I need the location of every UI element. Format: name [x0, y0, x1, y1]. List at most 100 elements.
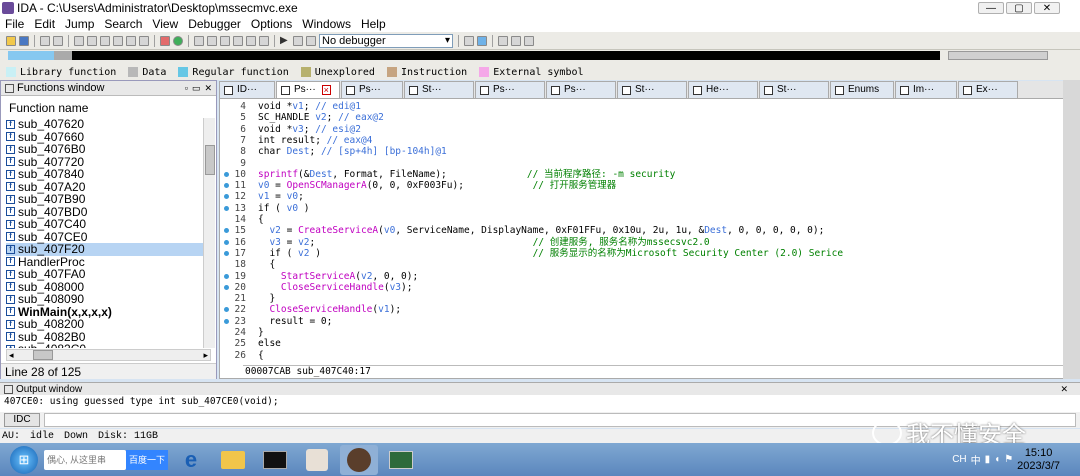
pause-icon[interactable] — [293, 35, 303, 46]
code-line[interactable]: 13 if ( v0 ) — [220, 203, 1060, 214]
code-line[interactable]: 10 sprintf(&Dest, Format, FileName); // 当… — [220, 169, 1060, 180]
code-line[interactable]: 23 result = 0; — [220, 316, 1060, 327]
menu-search[interactable]: Search — [99, 17, 147, 31]
start-button[interactable]: ⊞ — [10, 445, 38, 474]
download-icon[interactable] — [126, 35, 136, 46]
function-list-item[interactable]: f sub_408200 — [6, 318, 203, 331]
data-icon[interactable] — [233, 35, 243, 46]
output-close-icon[interactable]: ✕ — [1060, 384, 1068, 395]
tab-7[interactable]: He··· — [688, 81, 758, 98]
close-button[interactable]: ✕ — [1034, 2, 1060, 14]
ie-icon[interactable]: e — [172, 445, 210, 475]
function-list-item[interactable]: f sub_408090 — [6, 293, 203, 306]
idc-button[interactable]: IDC — [4, 413, 40, 427]
tab-4[interactable]: Ps··· — [475, 81, 545, 98]
tab-10[interactable]: Im··· — [895, 81, 957, 98]
code-line[interactable]: 9 — [220, 158, 1060, 169]
code-line[interactable]: 12 v1 = v0; — [220, 191, 1060, 202]
code-line[interactable]: 11 v0 = OpenSCManagerA(0, 0, 0xF003Fu); /… — [220, 180, 1060, 191]
function-list-item[interactable]: f sub_407620 — [6, 118, 203, 131]
code-line[interactable]: 21 } — [220, 293, 1060, 304]
code-line[interactable]: 16 v3 = v2; // 创建服务, 服务名称为mssecsvc2.0 — [220, 237, 1060, 248]
pin-icon[interactable]: ▫ — [185, 83, 188, 93]
menu-edit[interactable]: Edit — [29, 17, 60, 31]
tab-9[interactable]: Enums — [830, 81, 894, 98]
ime-mode[interactable]: 中 — [971, 452, 981, 467]
code-line[interactable]: 5 SC_HANDLE v2; // eax@2 — [220, 112, 1060, 123]
function-list-item[interactable]: f sub_407B90 — [6, 193, 203, 206]
code-line[interactable]: 14 { — [220, 214, 1060, 225]
scroll-thumb[interactable] — [205, 145, 215, 175]
tab-8[interactable]: St··· — [759, 81, 829, 98]
function-list-item[interactable]: f sub_407840 — [6, 168, 203, 181]
menu-file[interactable]: File — [0, 17, 29, 31]
menu-view[interactable]: View — [147, 17, 183, 31]
volume-icon[interactable]: ◖ — [994, 454, 1000, 465]
graph-icon[interactable] — [160, 35, 170, 46]
ime-label[interactable]: CH — [952, 454, 966, 465]
navigation-bar[interactable] — [8, 51, 940, 60]
function-list-item[interactable]: f sub_4076B0 — [6, 143, 203, 156]
cmd-icon[interactable] — [256, 445, 294, 475]
refresh-icon[interactable] — [477, 35, 487, 46]
tab-2[interactable]: Ps··· — [341, 81, 403, 98]
navigation-scroll[interactable] — [948, 51, 1048, 60]
taskbar-clock[interactable]: 15:10 2023/3/7 — [1017, 447, 1060, 473]
function-list-item[interactable]: f sub_407FA0 — [6, 268, 203, 281]
attach-icon[interactable] — [464, 35, 474, 46]
code-line[interactable]: 17 if ( v2 ) // 服务显示的名称为Microsoft Securi… — [220, 248, 1060, 259]
network-icon[interactable]: ▮ — [985, 454, 991, 465]
code-line[interactable]: 19 StartServiceA(v2, 0, 0); — [220, 271, 1060, 282]
code-line[interactable]: 24} — [220, 327, 1060, 338]
function-list-item[interactable]: f sub_407C40 — [6, 218, 203, 231]
string-icon[interactable] — [246, 35, 256, 46]
tab-3[interactable]: St··· — [404, 81, 474, 98]
tab-1[interactable]: Ps··· × — [276, 81, 340, 98]
tab-11[interactable]: Ex··· — [958, 81, 1018, 98]
float-icon[interactable]: ▭ — [192, 83, 201, 94]
taskbar-search-input[interactable]: 偶心, 从这里串 — [44, 449, 126, 470]
code-line[interactable]: 22 CloseServiceHandle(v1); — [220, 304, 1060, 315]
open-icon[interactable] — [6, 35, 16, 46]
code-line[interactable]: 4 void *v1; // edi@1 — [220, 101, 1060, 112]
code-line[interactable]: 7 int result; // eax@4 — [220, 135, 1060, 146]
code-line[interactable]: 20 CloseServiceHandle(v3); — [220, 282, 1060, 293]
cross-icon[interactable] — [259, 35, 269, 46]
play-icon[interactable]: ▶ — [280, 35, 290, 46]
save-icon[interactable] — [19, 35, 29, 46]
run-icon[interactable] — [173, 35, 183, 46]
binary-search-icon[interactable] — [113, 35, 123, 46]
baidu-search-button[interactable]: 百度一下 — [126, 449, 168, 470]
menu-windows[interactable]: Windows — [297, 17, 356, 31]
menu-jump[interactable]: Jump — [60, 17, 99, 31]
layout-icon[interactable] — [498, 35, 508, 46]
function-list-vscrollbar[interactable] — [203, 118, 215, 348]
settings-icon[interactable] — [524, 35, 534, 46]
function-list-item[interactable]: f sub_407F20 — [6, 243, 203, 256]
struct-icon[interactable] — [194, 35, 204, 46]
code-line[interactable]: 18 { — [220, 259, 1060, 270]
menu-help[interactable]: Help — [356, 17, 391, 31]
maximize-button[interactable]: ▢ — [1006, 2, 1032, 14]
code-line[interactable]: 15 v2 = CreateServiceA(v0, ServiceName, … — [220, 225, 1060, 236]
function-list-item[interactable]: fsub_4082C0 — [6, 343, 203, 348]
function-name-column-header[interactable]: Function name — [9, 101, 88, 115]
find-icon[interactable] — [100, 35, 110, 46]
code-line[interactable]: 8 char Dest; // [sp+4h] [bp-104h]@1 — [220, 146, 1060, 157]
tab-0[interactable]: ID··· — [219, 81, 275, 98]
minimize-button[interactable]: — — [978, 2, 1004, 14]
explorer-icon[interactable] — [214, 445, 252, 475]
copy-icon[interactable] — [74, 35, 84, 46]
stop-icon[interactable] — [306, 35, 316, 46]
back-icon[interactable] — [40, 35, 50, 46]
enum-icon[interactable] — [207, 35, 217, 46]
tab-6[interactable]: St··· — [617, 81, 687, 98]
ida-taskbar-icon[interactable] — [340, 444, 378, 475]
tab-5[interactable]: Ps··· — [546, 81, 616, 98]
pseudocode-view[interactable]: 4 void *v1; // edi@1 5 SC_HANDLE v2; // eax… — [219, 98, 1079, 379]
menu-debugger[interactable]: Debugger — [183, 17, 246, 31]
close-pane-icon[interactable]: ✕ — [204, 83, 212, 94]
flag-icon[interactable]: ⚑ — [1004, 454, 1013, 465]
tab-close-icon[interactable]: × — [321, 85, 331, 95]
code-line[interactable]: 25 else — [220, 338, 1060, 349]
